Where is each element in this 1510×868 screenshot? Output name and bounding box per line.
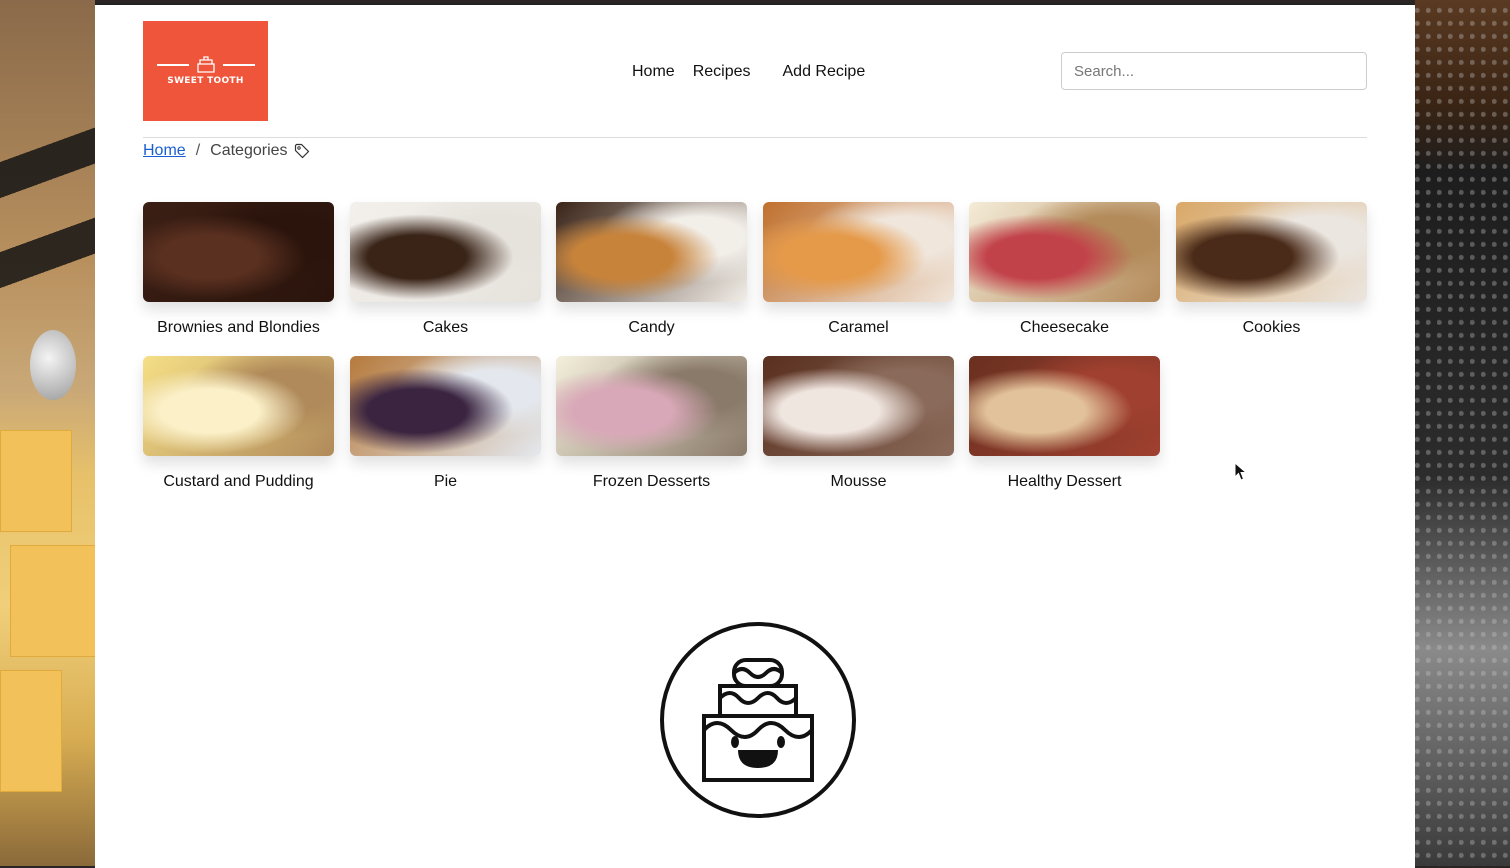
nav-home[interactable]: Home bbox=[632, 63, 675, 81]
background-right bbox=[1415, 0, 1510, 866]
category-label[interactable]: Brownies and Blondies bbox=[143, 319, 334, 337]
category-image[interactable] bbox=[763, 202, 954, 302]
category-card[interactable]: Custard and Pudding bbox=[143, 356, 334, 491]
category-card[interactable]: Frozen Desserts bbox=[556, 356, 747, 491]
site-logo[interactable]: SWEET TOOTH bbox=[143, 21, 268, 121]
category-label[interactable]: Cakes bbox=[350, 319, 541, 337]
category-card[interactable]: Brownies and Blondies bbox=[143, 202, 334, 337]
nav-recipes[interactable]: Recipes bbox=[693, 63, 751, 81]
category-card[interactable]: Cheesecake bbox=[969, 202, 1160, 337]
butter-cube bbox=[0, 430, 72, 532]
category-label[interactable]: Cheesecake bbox=[969, 319, 1160, 337]
category-card[interactable]: Pie bbox=[350, 356, 541, 491]
category-image[interactable] bbox=[556, 202, 747, 302]
category-image[interactable] bbox=[143, 202, 334, 302]
header-divider bbox=[143, 137, 1367, 138]
cake-icon bbox=[196, 56, 215, 73]
breadcrumb-current: Categories bbox=[210, 142, 288, 159]
category-image[interactable] bbox=[556, 356, 747, 456]
logo-mark bbox=[156, 56, 255, 74]
breadcrumb-separator: / bbox=[195, 142, 201, 159]
category-image[interactable] bbox=[969, 356, 1160, 456]
category-label[interactable]: Custard and Pudding bbox=[143, 473, 334, 491]
butter-cube bbox=[10, 545, 97, 657]
nav-add-recipe[interactable]: Add Recipe bbox=[783, 63, 866, 81]
category-label[interactable]: Caramel bbox=[763, 319, 954, 337]
logo-text: SWEET TOOTH bbox=[167, 76, 244, 86]
breadcrumb-home-link[interactable]: Home bbox=[143, 142, 186, 160]
category-label[interactable]: Cookies bbox=[1176, 319, 1367, 337]
category-card[interactable]: Cookies bbox=[1176, 202, 1367, 337]
category-image[interactable] bbox=[350, 202, 541, 302]
category-card[interactable]: Cakes bbox=[350, 202, 541, 337]
category-label[interactable]: Mousse bbox=[763, 473, 954, 491]
background-left bbox=[0, 0, 97, 866]
butter-cube bbox=[0, 670, 62, 792]
mouse-cursor-icon bbox=[1234, 462, 1248, 481]
category-label[interactable]: Healthy Dessert bbox=[969, 473, 1160, 491]
category-label[interactable]: Candy bbox=[556, 319, 747, 337]
category-image[interactable] bbox=[350, 356, 541, 456]
category-label[interactable]: Frozen Desserts bbox=[556, 473, 747, 491]
category-card[interactable]: Caramel bbox=[763, 202, 954, 337]
category-image[interactable] bbox=[969, 202, 1160, 302]
search-input[interactable] bbox=[1061, 52, 1367, 90]
category-card[interactable]: Mousse bbox=[763, 356, 954, 491]
category-image[interactable] bbox=[763, 356, 954, 456]
cake-mascot-icon bbox=[660, 622, 856, 818]
main-nav: Home Recipes Add Recipe bbox=[632, 63, 865, 81]
breadcrumb: Home / Categories bbox=[143, 142, 310, 160]
category-image[interactable] bbox=[1176, 202, 1367, 302]
category-card[interactable]: Candy bbox=[556, 202, 747, 337]
category-card[interactable]: Healthy Dessert bbox=[969, 356, 1160, 491]
spoon-image bbox=[30, 330, 76, 400]
category-label[interactable]: Pie bbox=[350, 473, 541, 491]
page: SWEET TOOTH Home Recipes Add Recipe Home… bbox=[95, 3, 1415, 868]
category-image[interactable] bbox=[143, 356, 334, 456]
tag-icon bbox=[294, 143, 309, 159]
